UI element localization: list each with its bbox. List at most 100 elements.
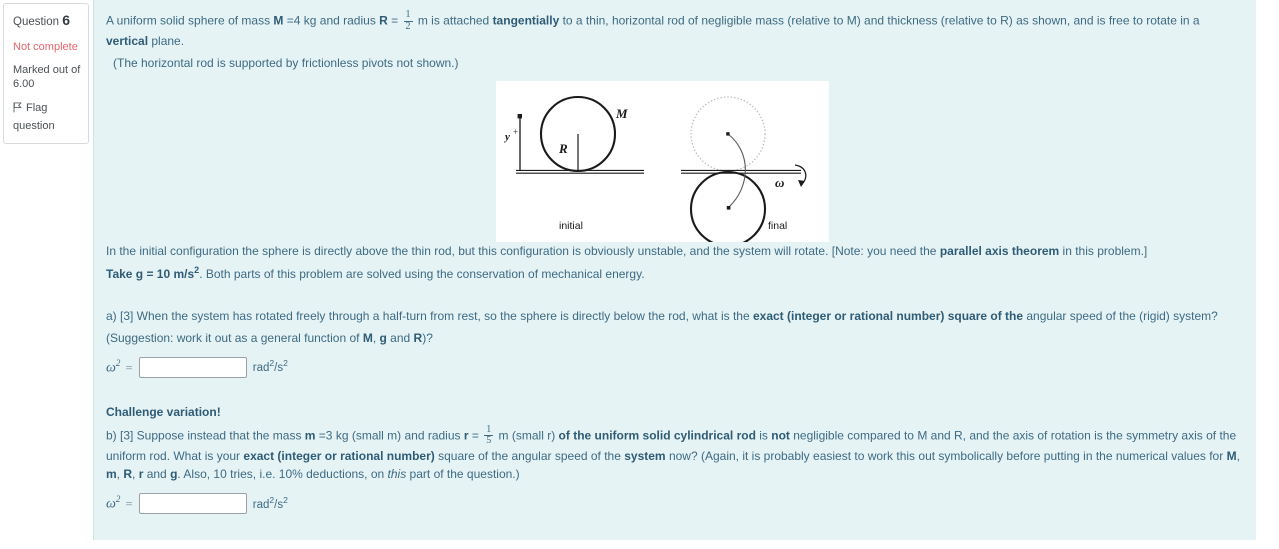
part-b-symbol-R: R	[123, 467, 133, 482]
part-a-text-3: (Suggestion: work it out as a general fu…	[106, 330, 363, 345]
y-axis-plus-label: +	[513, 127, 518, 137]
intro-text-a: A uniform solid sphere of mass	[106, 13, 274, 28]
question-content-panel: A uniform solid sphere of mass M =4 kg a…	[93, 0, 1256, 540]
part-b-and: and	[143, 467, 171, 482]
part-a-unit-label: rad2/s2	[253, 357, 288, 378]
caption-initial: initial	[559, 220, 583, 232]
part-b-unit-exp2: 2	[283, 494, 288, 505]
part-a-block: a) [3] When the system has rotated freel…	[106, 307, 1242, 379]
part-b-unit-label: rad2/s2	[253, 494, 288, 515]
part-b-bold-system: system	[624, 448, 666, 463]
symbol-R: R	[379, 13, 388, 28]
emphasis-tangentially: tangentially	[492, 13, 560, 28]
fraction-b-numerator: 1	[486, 423, 492, 435]
part-b-symbol-M: M	[1226, 448, 1237, 463]
note-text-b: in this problem.]	[1059, 244, 1148, 259]
part-a-bold-1: exact (integer or rational number) squar…	[752, 309, 1024, 324]
radius-label: R	[558, 141, 568, 156]
part-b-bold-2: exact (integer or rational number)	[243, 448, 435, 463]
part-b-text-2: =3 kg (small m) and radius	[315, 427, 464, 442]
part-a-symbol-g: g	[379, 330, 387, 345]
part-a-omega-label: ω2	[106, 357, 120, 379]
intro-text-c: =	[387, 13, 402, 28]
part-b-italic-this: this	[387, 467, 407, 482]
part-b-block: Challenge variation! b) [3] Suppose inst…	[106, 403, 1242, 515]
caption-final: final	[768, 220, 787, 232]
question-state: Not complete	[13, 40, 78, 53]
part-a-text: a) [3] When the system has rotated freel…	[106, 307, 1242, 326]
part-b-text-5: is	[755, 427, 772, 442]
part-b-c3: ,	[132, 467, 139, 482]
intro-text-b: =4 kg and radius	[283, 13, 380, 28]
take-g-rest: . Both parts of this problem are solved …	[199, 266, 645, 281]
angular-velocity-label: ω	[775, 175, 784, 190]
part-b-omega-label: ω2	[106, 493, 120, 515]
y-axis-indicator	[517, 114, 522, 172]
fraction-one-half: 12	[403, 9, 413, 32]
part-b-text-3: =	[468, 427, 483, 442]
take-g-text: Take g = 10 m/s	[106, 266, 195, 281]
mass-label-M: M	[615, 106, 628, 121]
marked-out-of-value: 6.00	[13, 78, 35, 91]
part-b-text-4: m (small r)	[495, 427, 559, 442]
challenge-variation-heading: Challenge variation!	[106, 404, 221, 419]
part-b-text-8: now? (Again, it is probably easiest to w…	[665, 448, 1227, 463]
part-b-omega-symbol: ω	[106, 496, 116, 512]
physics-diagram: y + R M initial ω final	[496, 81, 829, 243]
emphasis-parallel-axis-theorem: parallel axis theorem	[939, 244, 1060, 259]
diagram-svg: y + R M initial ω final	[503, 96, 807, 243]
part-b-bold-not: not	[771, 427, 790, 442]
part-a-symbol-R: R	[413, 330, 423, 345]
part-b-text-1: b) [3] Suppose instead that the mass	[106, 427, 305, 442]
note-text-a: In the initial configuration the sphere …	[106, 244, 940, 259]
part-a-text-1: a) [3] When the system has rotated freel…	[106, 309, 753, 324]
question-number: 6	[62, 12, 71, 28]
fraction-one-fifth: 15	[484, 423, 494, 447]
quiz-question-container: Question 6 Not complete Marked out of 6.…	[0, 0, 1279, 549]
question-info-column: Question 6 Not complete Marked out of 6.…	[0, 0, 93, 549]
part-a-text-4: )?	[422, 330, 433, 345]
part-b-text-10: part of the question.)	[406, 467, 520, 482]
part-a-omega-symbol: ω	[106, 360, 116, 376]
symbol-M: M	[273, 13, 284, 28]
flag-label-second-line: question	[13, 120, 55, 133]
emphasis-vertical: vertical	[106, 34, 149, 48]
question-number-heading: Question 6	[13, 11, 81, 31]
part-b-symbol-m: m	[304, 427, 316, 442]
final-center-dot	[726, 206, 731, 210]
part-a-equals-sign: =	[125, 359, 133, 375]
part-a-unit-persec: /s	[274, 362, 284, 375]
rotation-arrowhead	[798, 180, 805, 188]
question-label: Question	[13, 16, 60, 28]
part-b-unit-persec: /s	[274, 498, 284, 511]
part-b-text: b) [3] Suppose instead that the mass m =…	[106, 423, 1242, 484]
part-a-answer-input[interactable]	[138, 357, 247, 379]
question-grade: Marked out of 6.00	[13, 63, 81, 92]
part-b-equals-sign: =	[125, 495, 133, 511]
part-b-c1: ,	[1236, 448, 1240, 463]
part-b-bold-1: of the uniform solid cylindrical rod	[558, 427, 756, 442]
part-a-text-2: angular speed of the (rigid) system?	[1023, 309, 1218, 324]
take-g-paragraph: Take g = 10 m/s2. Both parts of this pro…	[106, 264, 1242, 284]
part-b-answer-row: ω2 = rad2/s2	[106, 493, 1242, 515]
ghost-center-dot	[726, 132, 730, 136]
question-info-box: Question 6 Not complete Marked out of 6.…	[3, 3, 89, 144]
part-b-symbol-m2: m	[106, 467, 117, 482]
pivot-note-paragraph: (The horizontal rod is supported by fric…	[113, 55, 459, 70]
flag-icon	[13, 102, 22, 113]
y-axis-label: y	[503, 131, 510, 143]
take-g-bold: Take g = 10 m/s2	[106, 265, 199, 281]
part-a-suggestion: (Suggestion: work it out as a general fu…	[106, 329, 1242, 348]
fraction-numerator: 1	[405, 9, 411, 20]
question-intro-paragraph: A uniform solid sphere of mass M =4 kg a…	[106, 9, 1242, 51]
parallel-axis-note: In the initial configuration the sphere …	[106, 242, 1242, 261]
figure-wrapper: y + R M initial ω final	[106, 81, 1242, 243]
part-a-answer-row: ω2 = rad2/s2	[106, 357, 1242, 379]
question-text: A uniform solid sphere of mass M =4 kg a…	[106, 9, 1242, 515]
flag-question-button[interactable]: Flag question	[13, 101, 81, 134]
part-a-symbol-M: M	[362, 330, 373, 345]
flag-label: Flag	[26, 101, 48, 114]
part-b-answer-input[interactable]	[138, 493, 247, 515]
intro-text-d: m is attached	[414, 13, 493, 28]
fraction-b-denominator: 5	[484, 435, 494, 446]
